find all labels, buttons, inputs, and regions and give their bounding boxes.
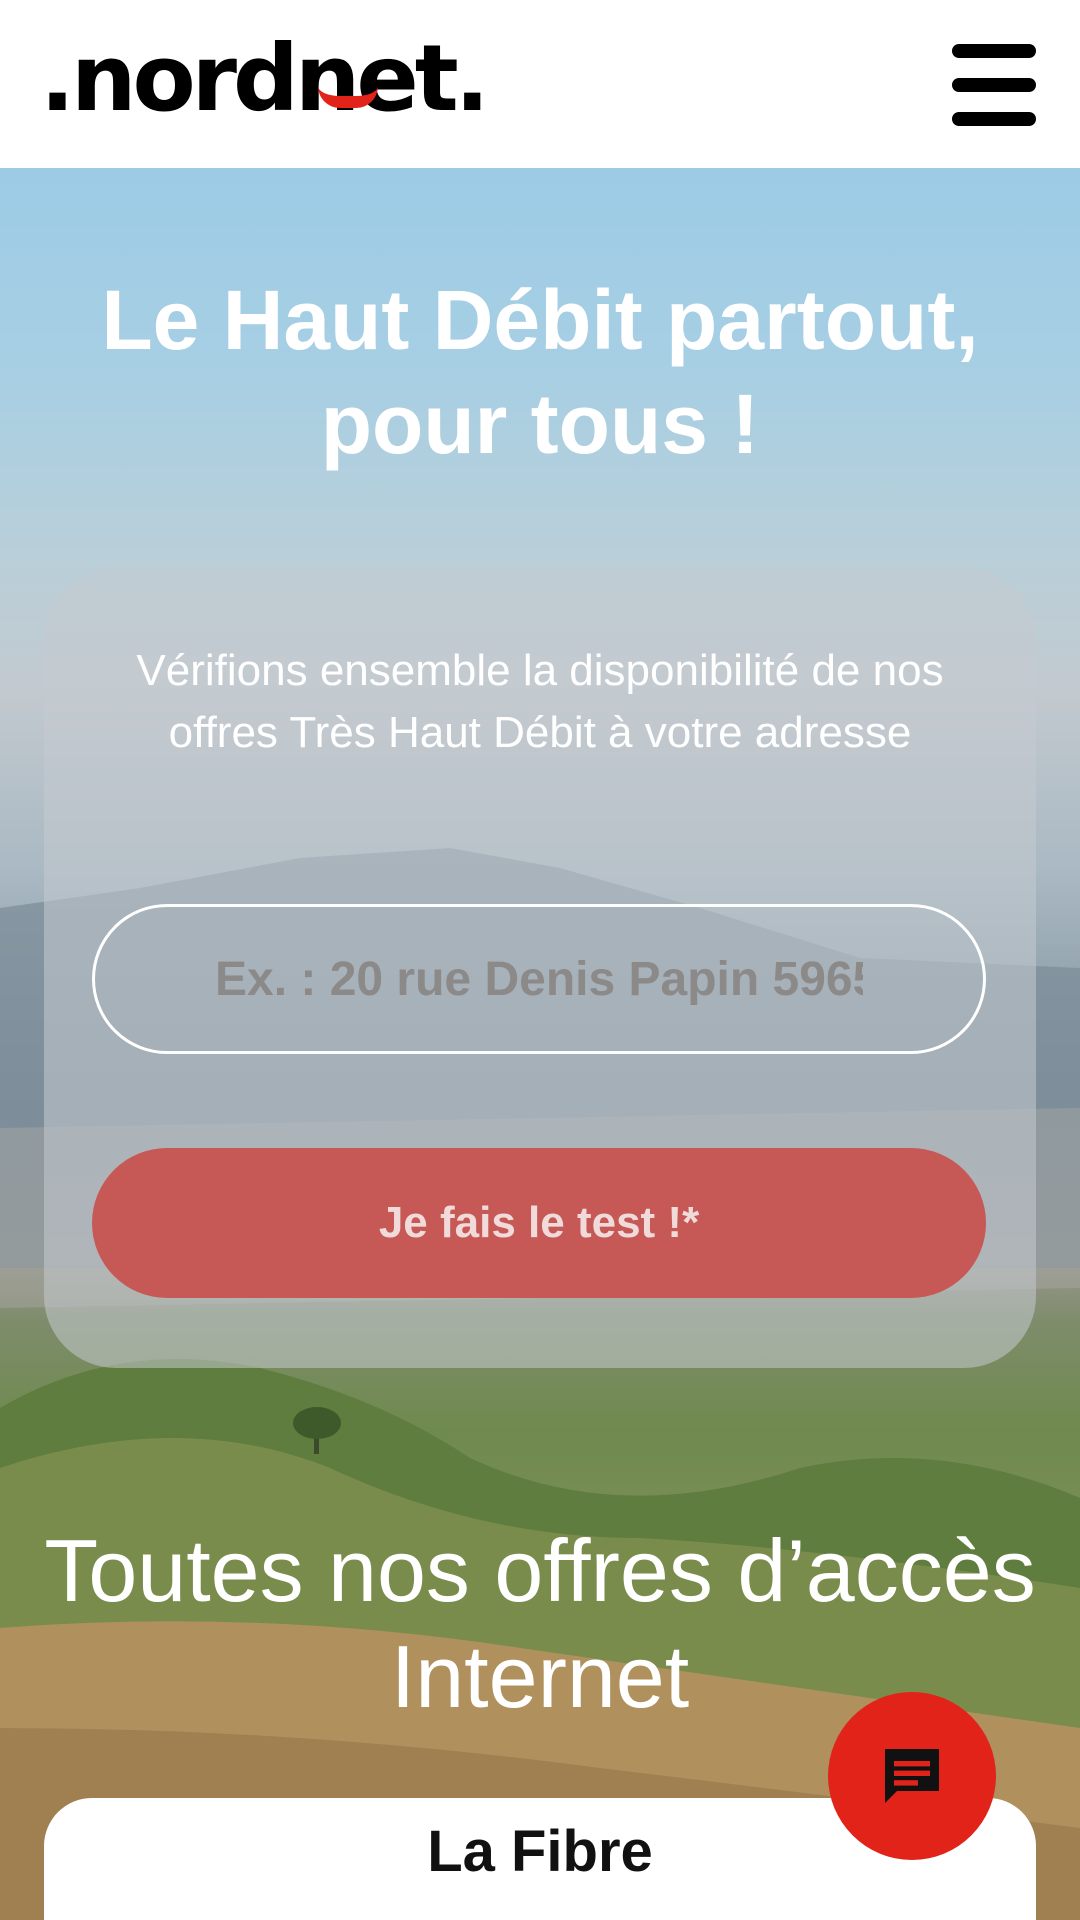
chat-button[interactable] [828,1692,996,1860]
logo-text: .nordnet. [40,24,490,132]
address-input[interactable] [92,904,986,1054]
site-header: .nordnet. [0,0,1080,168]
hamburger-menu-icon[interactable] [952,44,1036,126]
eligibility-test-button[interactable]: Je fais le test !* [92,1148,986,1298]
hero-section: Le Haut Débit partout, pour tous ! Vérif… [0,168,1080,1920]
eligibility-test-card: Vérifions ensemble la disponibilité de n… [44,568,1036,1368]
eligibility-description: Vérifions ensemble la disponibilité de n… [136,646,944,757]
chat-bubble-icon [885,1749,939,1803]
nordnet-logo[interactable]: .nordnet. [40,25,490,132]
hero-headline: Le Haut Débit partout, pour tous ! [101,273,979,471]
